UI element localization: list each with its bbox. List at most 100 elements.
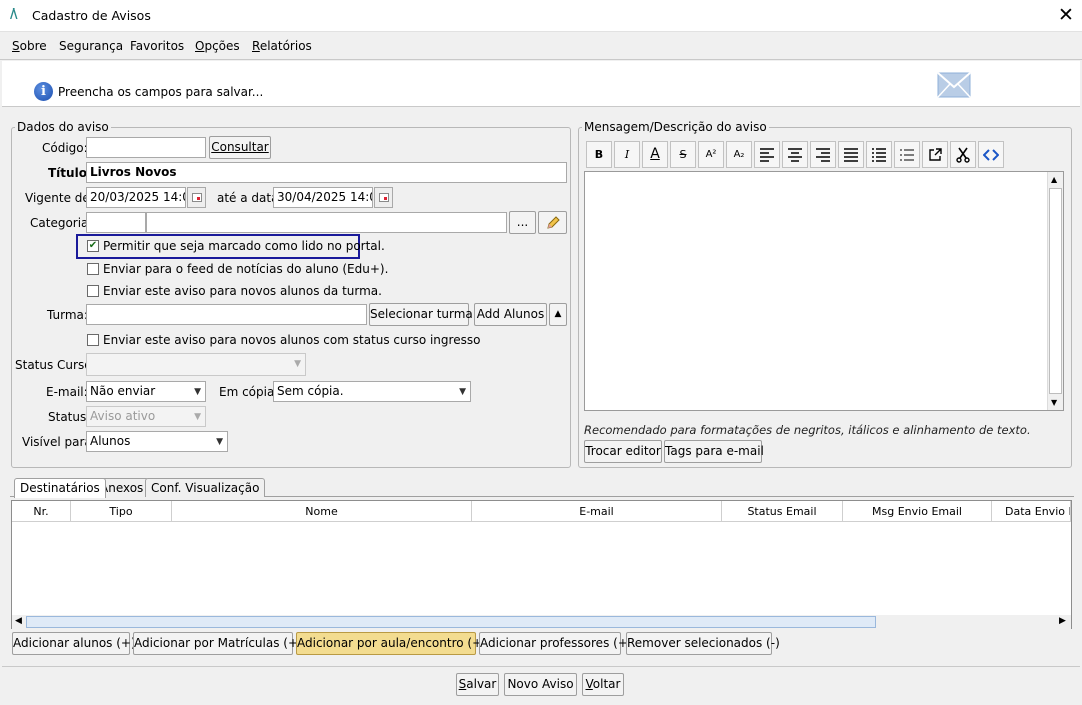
- superscript-button[interactable]: A²: [698, 141, 724, 168]
- message-editor[interactable]: ▲ ▼: [584, 171, 1064, 411]
- table-scroll-thumb[interactable]: [26, 616, 876, 628]
- column-header[interactable]: Data Envio Email: [992, 501, 1071, 522]
- destinatarios-table: Nr. Tipo Nome E-mail Status Email Msg En…: [11, 500, 1072, 629]
- italic-button[interactable]: I: [614, 141, 640, 168]
- status-curso-select[interactable]: ▼: [86, 353, 306, 376]
- subscript-button[interactable]: A₂: [726, 141, 752, 168]
- tags-email-button[interactable]: Tags para e-mail: [664, 440, 764, 463]
- ingresso-checkbox[interactable]: [87, 334, 99, 346]
- vigente-date-input[interactable]: 20/03/2025 14:01: [86, 187, 186, 208]
- chevron-down-icon: ▼: [194, 412, 201, 422]
- editor-vertical-scrollbar[interactable]: ▲ ▼: [1047, 172, 1063, 410]
- scroll-down-icon[interactable]: ▼: [1051, 398, 1057, 407]
- categoria-name-input[interactable]: [146, 212, 507, 233]
- portal-check-label: Permitir que seja marcado como lido no p…: [103, 239, 385, 253]
- titulo-input[interactable]: Livros Novos: [86, 162, 567, 183]
- tab-conf-visualizacao[interactable]: Conf. Visualização: [145, 478, 266, 497]
- tab-destinatarios[interactable]: Destinatários: [14, 478, 106, 498]
- adicionar-professores-button[interactable]: Adicionar professores (+): [479, 632, 633, 655]
- strikethrough-button[interactable]: S: [670, 141, 696, 168]
- source-code-button[interactable]: [978, 141, 1004, 168]
- envelope-icon: [937, 72, 971, 98]
- novos-alunos-checkbox[interactable]: [87, 285, 99, 297]
- voltar-label: oltar: [592, 677, 621, 691]
- trocar-editor-button[interactable]: Trocar editor: [584, 440, 662, 463]
- close-icon[interactable]: ✕: [1056, 3, 1076, 27]
- feed-check-label: Enviar para o feed de notícias do aluno …: [103, 262, 389, 276]
- justify-button[interactable]: [838, 141, 864, 168]
- info-banner: i Preencha os campos para salvar...: [2, 61, 1080, 107]
- column-header[interactable]: Msg Envio Email: [843, 501, 992, 522]
- voltar-button[interactable]: Voltar: [582, 673, 624, 696]
- column-header[interactable]: Nome: [172, 501, 472, 522]
- collapse-button[interactable]: ▲: [549, 303, 567, 326]
- align-center-button[interactable]: [782, 141, 808, 168]
- turma-input[interactable]: [86, 304, 367, 325]
- ate-calendar-button[interactable]: [374, 187, 393, 208]
- menu-label: obre: [19, 39, 47, 53]
- email-select-value: Não enviar: [90, 384, 156, 398]
- categoria-search-button[interactable]: ...: [509, 211, 536, 234]
- categoria-code-input[interactable]: [86, 212, 146, 233]
- menu-opcoes[interactable]: Opções: [195, 39, 240, 53]
- insert-link-button[interactable]: [922, 141, 948, 168]
- portal-checkbox[interactable]: ✔: [87, 240, 99, 252]
- align-right-button[interactable]: [810, 141, 836, 168]
- column-header[interactable]: Tipo: [71, 501, 172, 522]
- info-icon: i: [34, 82, 53, 101]
- calendar-icon: [192, 193, 202, 202]
- salvar-button[interactable]: Salvar: [456, 673, 499, 696]
- add-alunos-button[interactable]: Add Alunos: [474, 303, 547, 326]
- scroll-left-icon[interactable]: ◀: [15, 616, 22, 626]
- selecionar-turma-button[interactable]: Selecionar turma: [369, 303, 473, 326]
- status-select[interactable]: Aviso ativo ▼: [86, 406, 206, 427]
- feed-checkbox[interactable]: [87, 263, 99, 275]
- em-copia-select[interactable]: Sem cópia. ▼: [273, 381, 471, 402]
- adicionar-aula-button[interactable]: Adicionar por aula/encontro (+): [296, 632, 487, 655]
- info-message: Preencha os campos para salvar...: [58, 85, 264, 99]
- em-copia-select-value: Sem cópia.: [277, 384, 344, 398]
- font-color-button[interactable]: A: [642, 141, 668, 168]
- categoria-edit-button[interactable]: [538, 211, 567, 234]
- chevron-down-icon: ▼: [459, 387, 466, 397]
- menu-label: pções: [204, 39, 240, 53]
- vigente-calendar-button[interactable]: [187, 187, 206, 208]
- code-icon: [982, 149, 1000, 161]
- arrow-up-icon: ▲: [554, 309, 562, 319]
- salvar-label: alvar: [466, 677, 497, 691]
- menu-favoritos[interactable]: Favoritos: [130, 39, 184, 53]
- align-center-icon: [788, 148, 802, 162]
- column-header[interactable]: Status Email: [722, 501, 843, 522]
- voltar-mnemonic: V: [585, 677, 593, 691]
- title-bar: /\ Cadastro de Avisos ✕: [0, 0, 1082, 32]
- cut-button[interactable]: [950, 141, 976, 168]
- numbered-list-button[interactable]: [894, 141, 920, 168]
- adicionar-matriculas-button[interactable]: Adicionar por Matrículas (+): [133, 632, 303, 655]
- align-left-button[interactable]: [754, 141, 780, 168]
- scroll-right-icon[interactable]: ▶: [1059, 616, 1066, 626]
- column-header[interactable]: E-mail: [472, 501, 722, 522]
- menu-relatorios[interactable]: Relatórios: [252, 39, 312, 53]
- bullet-list-icon: [872, 148, 886, 162]
- menu-seguranca[interactable]: Segurança: [59, 39, 123, 53]
- remover-selecionados-button[interactable]: Remover selecionados (-): [626, 632, 780, 655]
- mensagem-legend: Mensagem/Descrição do aviso: [584, 120, 767, 134]
- align-right-icon: [816, 148, 830, 162]
- em-copia-label: Em cópia:: [219, 385, 279, 399]
- table-horizontal-scrollbar[interactable]: ◀ ▶: [12, 615, 1071, 629]
- bullet-list-button[interactable]: [866, 141, 892, 168]
- bold-button[interactable]: B: [586, 141, 612, 168]
- consultar-label: Consultar: [211, 140, 269, 154]
- visivel-select[interactable]: Alunos ▼: [86, 431, 228, 452]
- novo-aviso-button[interactable]: Novo Aviso: [504, 673, 577, 696]
- menu-sobre[interactable]: Sobre: [12, 39, 47, 53]
- consultar-button[interactable]: Consultar: [209, 136, 271, 159]
- editor-scroll-thumb[interactable]: [1049, 188, 1062, 394]
- codigo-input[interactable]: [86, 137, 206, 158]
- column-header[interactable]: Nr.: [12, 501, 71, 522]
- menu-mnemonic: R: [252, 39, 260, 53]
- adicionar-alunos-button[interactable]: Adicionar alunos (+): [12, 632, 136, 655]
- email-select[interactable]: Não enviar ▼: [86, 381, 206, 402]
- scroll-up-icon[interactable]: ▲: [1051, 175, 1057, 184]
- ate-date-input[interactable]: 30/04/2025 14:01: [273, 187, 373, 208]
